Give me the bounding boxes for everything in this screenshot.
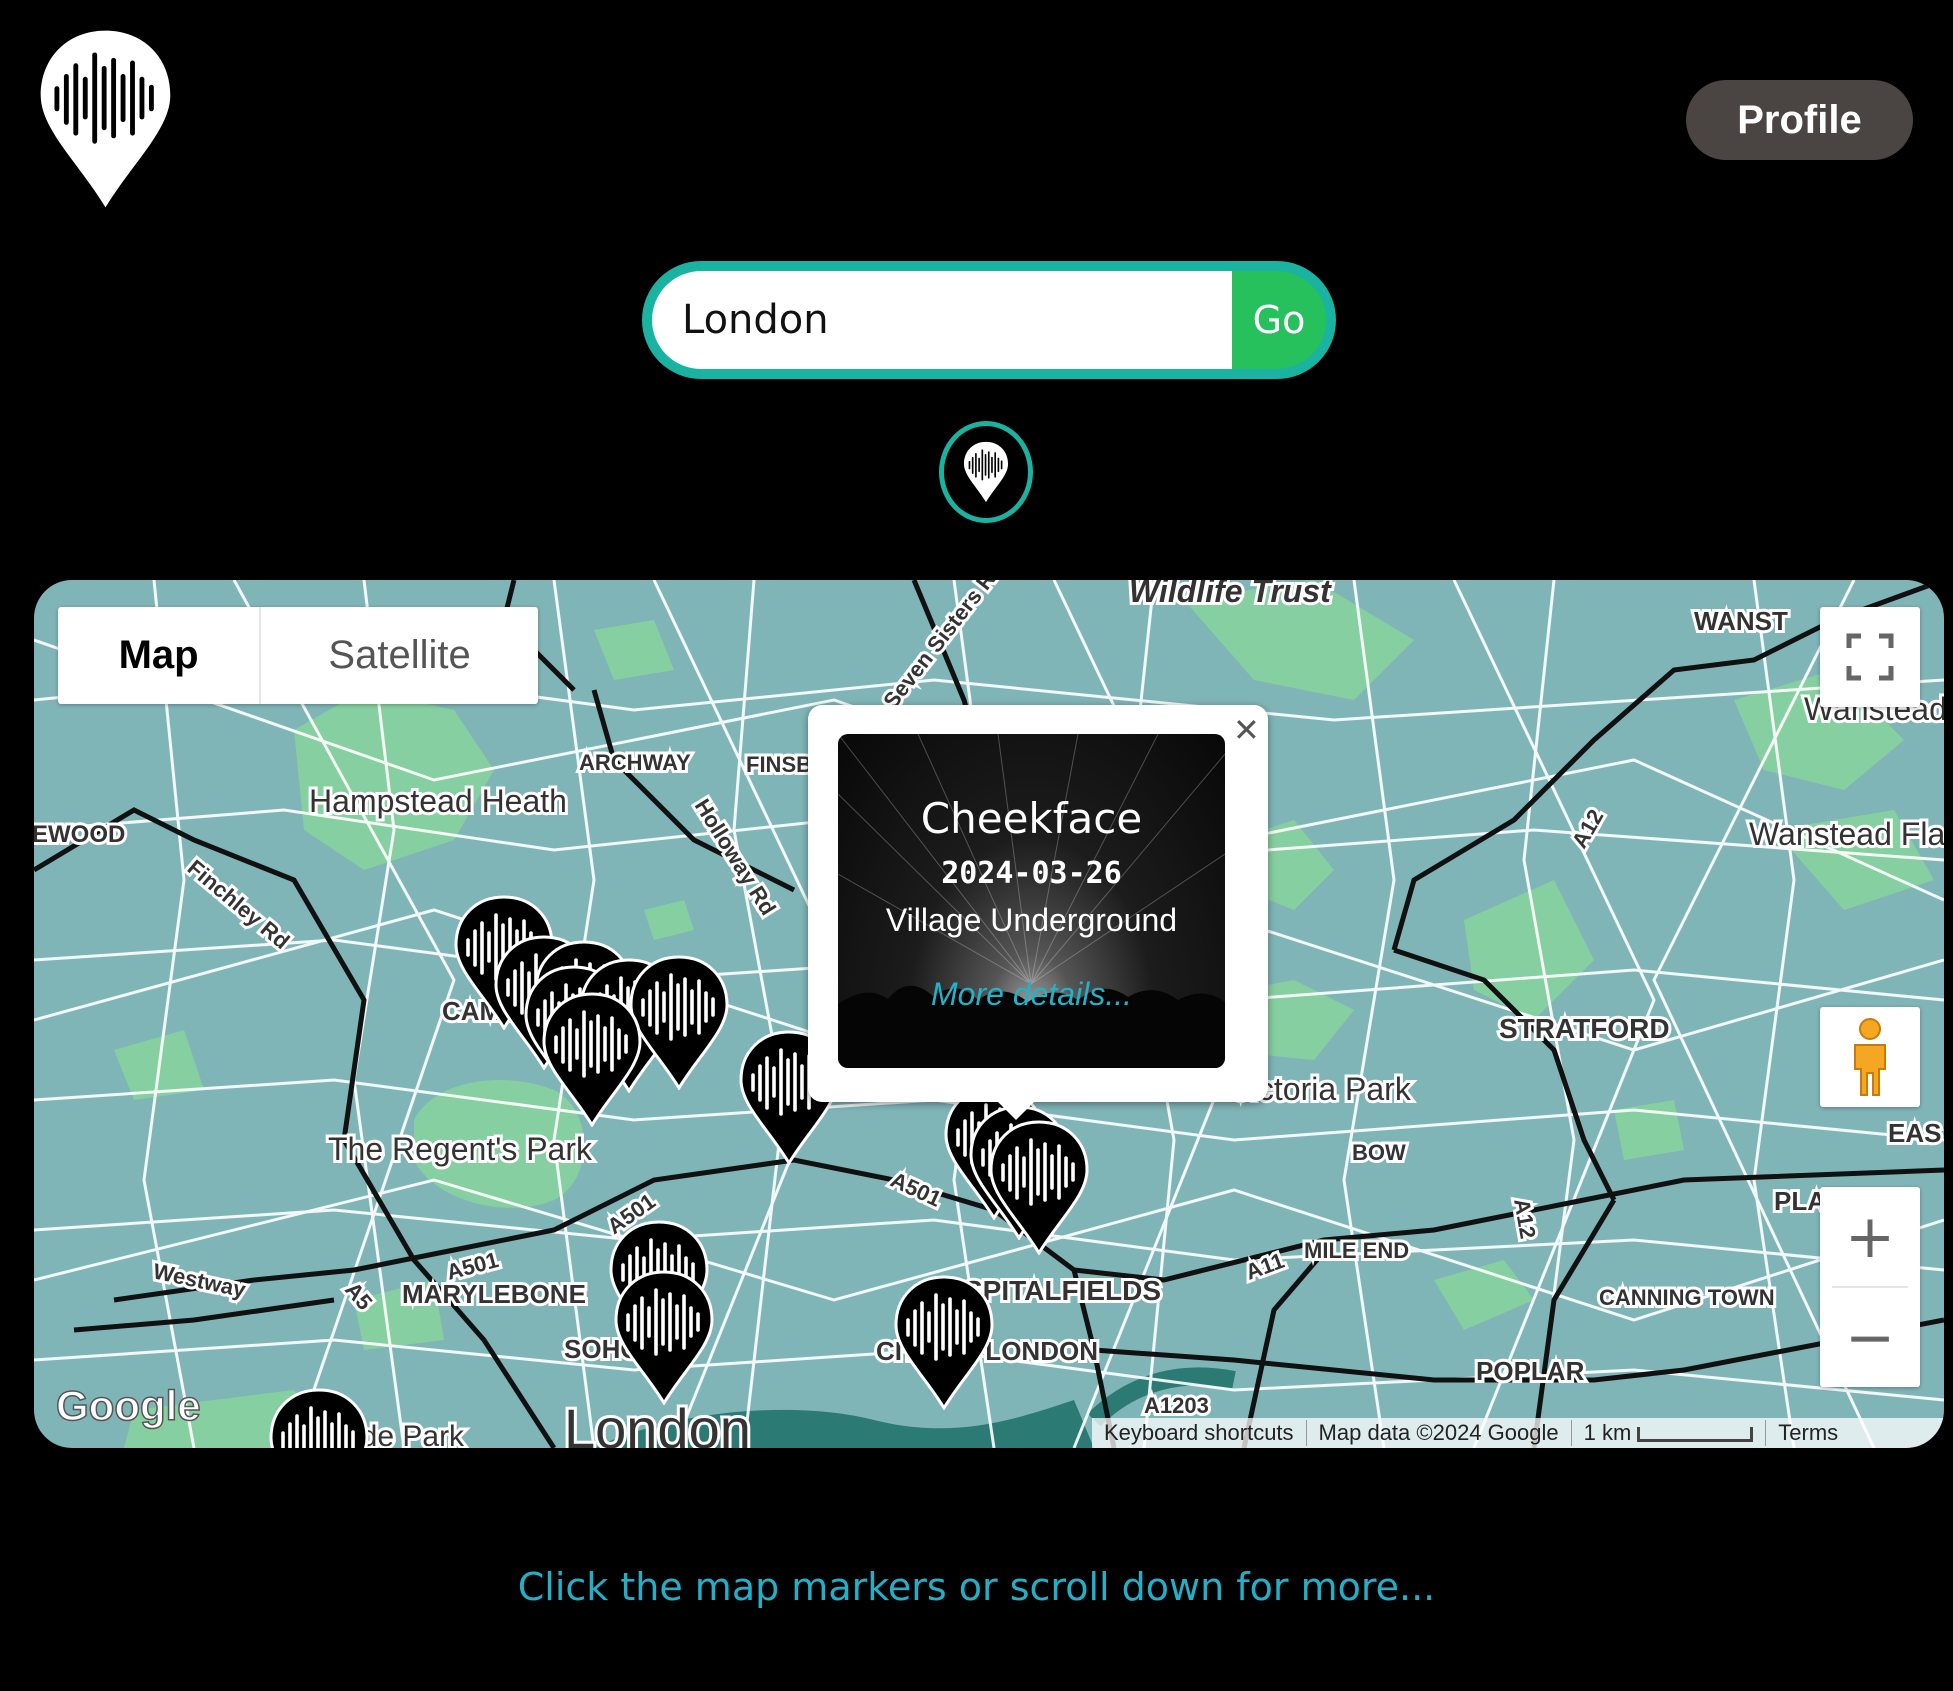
label-a12-2: A12 xyxy=(1509,1197,1541,1241)
label-bow: BOW xyxy=(1352,1140,1406,1165)
keyboard-shortcuts-link[interactable]: Keyboard shortcuts xyxy=(1092,1420,1307,1446)
zoom-control: + − xyxy=(1820,1187,1920,1387)
pegman-icon xyxy=(1854,1018,1886,1096)
event-title: Cheekface xyxy=(920,794,1143,843)
label-spitalfields: SPITALFIELDS xyxy=(964,1275,1161,1306)
info-window: ✕ Cheekface 2024-03-26 Village Undergrou… xyxy=(808,705,1268,1120)
label-a11: A11 xyxy=(1242,1248,1287,1285)
label-wildlife-trust: Wildlife Trust xyxy=(1129,580,1332,609)
map-attribution: Keyboard shortcuts Map data ©2024 Google… xyxy=(1092,1418,1944,1448)
hint-text: Click the map markers or scroll down for… xyxy=(517,1565,1436,1609)
logo-icon[interactable] xyxy=(38,24,173,214)
label-stratford: STRATFORD xyxy=(1499,1013,1670,1044)
map-data-text: Map data ©2024 Google xyxy=(1307,1420,1572,1446)
label-ewood: EWOOD xyxy=(34,821,125,848)
map-type-satellite-button[interactable]: Satellite xyxy=(261,607,538,704)
label-seven-sisters-rd: Seven Sisters Rd xyxy=(878,580,1008,713)
label-marylebone: MARYLEBONE xyxy=(402,1279,586,1309)
street-view-button[interactable] xyxy=(1820,1007,1920,1107)
label-poplar: POPLAR xyxy=(1476,1356,1585,1386)
label-a501-3: A501 xyxy=(887,1167,945,1212)
label-mile-end: MILE END xyxy=(1304,1238,1409,1263)
event-card[interactable]: Cheekface 2024-03-26 Village Underground… xyxy=(838,734,1225,1068)
label-a12-1: A12 xyxy=(1567,805,1609,852)
label-finsb: FINSB xyxy=(746,752,812,777)
profile-button[interactable]: Profile xyxy=(1686,80,1913,160)
label-archway: ARCHWAY xyxy=(579,750,691,775)
event-date: 2024-03-26 xyxy=(941,856,1122,891)
map-view[interactable]: Wildlife Trust WANST Wanstead Wanstead F… xyxy=(34,580,1944,1448)
zoom-out-button[interactable]: − xyxy=(1820,1288,1920,1387)
search-bar: Go xyxy=(642,261,1336,379)
label-finchley-rd: Finchley Rd xyxy=(183,855,295,954)
label-canning-town: CANNING TOWN xyxy=(1599,1285,1775,1310)
fullscreen-button[interactable] xyxy=(1820,607,1920,707)
label-regents-park: The Regent's Park xyxy=(328,1131,593,1167)
locate-button[interactable] xyxy=(939,421,1033,523)
go-button[interactable]: Go xyxy=(1232,271,1326,369)
map-type-map-button[interactable]: Map xyxy=(58,607,262,704)
label-wanst: WANST xyxy=(1694,606,1788,636)
map-type-control: Map Satellite xyxy=(58,607,538,704)
google-logo[interactable]: Google xyxy=(55,1381,201,1430)
terms-link[interactable]: Terms xyxy=(1766,1420,1850,1446)
zoom-in-button[interactable]: + xyxy=(1820,1187,1920,1286)
label-hampstead-heath: Hampstead Heath xyxy=(309,783,567,819)
label-london: London xyxy=(564,1397,751,1448)
label-a1203: A1203 xyxy=(1144,1393,1209,1418)
event-venue: Village Underground xyxy=(885,902,1178,938)
scale-control[interactable]: 1 km xyxy=(1572,1420,1767,1446)
search-input[interactable] xyxy=(652,271,1252,369)
close-icon[interactable]: ✕ xyxy=(1233,711,1260,749)
label-eas: EAS xyxy=(1888,1118,1941,1148)
event-marker[interactable] xyxy=(894,1275,994,1410)
fullscreen-icon xyxy=(1846,633,1894,681)
more-details-link[interactable]: More details... xyxy=(838,976,1225,1013)
event-marker[interactable] xyxy=(614,1270,714,1405)
label-wanstead-flats: Wanstead Fla xyxy=(1749,816,1944,852)
map-pin-soundwave-icon xyxy=(962,441,1010,503)
concert-image xyxy=(838,734,1225,1068)
